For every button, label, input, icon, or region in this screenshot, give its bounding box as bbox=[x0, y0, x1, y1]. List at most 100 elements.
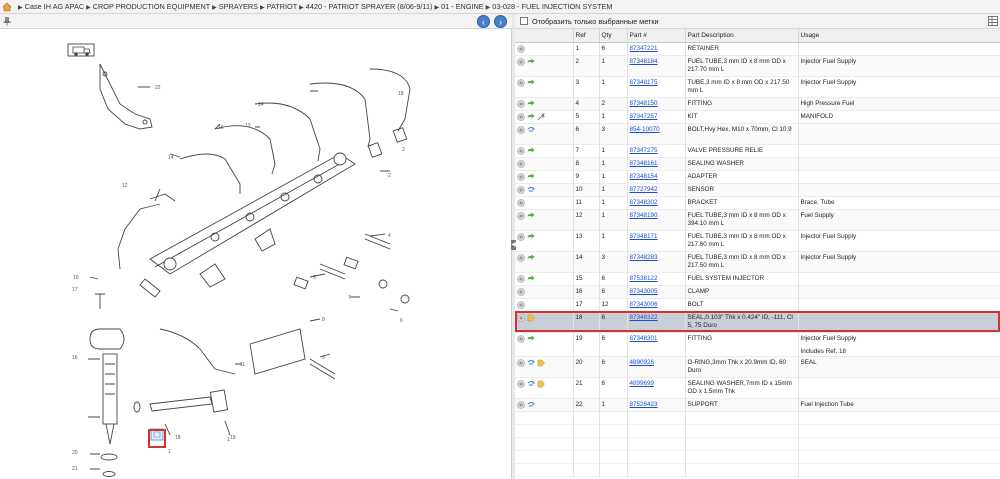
replacement-arrow-icon[interactable] bbox=[527, 79, 535, 87]
callout-label[interactable]: 9 bbox=[322, 355, 325, 361]
part-number-link[interactable]: 87727942 bbox=[630, 186, 658, 193]
table-row[interactable]: 20 6 4890926 O-RING,3mm Thk x 20.9mm ID, 60… bbox=[515, 356, 1000, 377]
part-number-link[interactable]: 87348283 bbox=[630, 254, 658, 261]
callout-label[interactable]: 18 bbox=[175, 435, 181, 441]
part-number-link[interactable]: 87348175 bbox=[630, 79, 658, 86]
parts-diagram[interactable]: 221514141312234567891011161718 1920211118 bbox=[0, 29, 512, 479]
table-row-selected[interactable]: 18 6 87348322 SEAL,0.103" Thk x 0.424" ID, … bbox=[515, 311, 1000, 332]
column-header-usage[interactable]: Usage bbox=[798, 29, 1000, 43]
add-to-cart-icon[interactable] bbox=[517, 57, 525, 66]
part-number-link[interactable]: 87347257 bbox=[630, 113, 658, 120]
next-page-button[interactable]: › bbox=[494, 15, 507, 28]
show-selected-only-checkbox[interactable] bbox=[520, 17, 528, 25]
table-row[interactable]: 5 1 87347257 KIT MANIFOLD bbox=[515, 110, 1000, 123]
part-number-link[interactable]: 87348150 bbox=[630, 100, 658, 107]
add-to-cart-icon[interactable] bbox=[517, 300, 525, 309]
tag-icon[interactable] bbox=[527, 314, 535, 322]
callout-label[interactable]: 12 bbox=[122, 183, 128, 189]
add-to-cart-icon[interactable] bbox=[517, 379, 525, 388]
table-row[interactable]: 12 1 87348190 FUEL TUBE,3 mm ID x 8 mm OD x… bbox=[515, 209, 1000, 230]
table-row[interactable]: 16 6 87343005 CLAMP bbox=[515, 285, 1000, 298]
callout-label[interactable]: 5 bbox=[313, 275, 316, 281]
table-row[interactable]: 17 12 87343006 BOLT bbox=[515, 298, 1000, 311]
part-number-link[interactable]: 4890926 bbox=[630, 359, 655, 366]
replacement-arrow-icon[interactable] bbox=[527, 233, 535, 241]
part-number-link[interactable]: 87348302 bbox=[630, 199, 658, 206]
swap-icon[interactable] bbox=[527, 359, 535, 367]
breadcrumb-item[interactable]: ▶ 03-028 - FUEL INJECTION SYSTEM bbox=[484, 2, 613, 11]
breadcrumb-item[interactable]: ▶ SPRAYERS bbox=[210, 2, 258, 11]
callout-label[interactable]: 10 bbox=[73, 275, 79, 281]
callout-label[interactable]: 8 bbox=[322, 317, 325, 323]
add-to-cart-icon[interactable] bbox=[517, 172, 525, 181]
swap-icon[interactable] bbox=[527, 380, 535, 388]
column-header-description[interactable]: Part Description bbox=[685, 29, 799, 43]
add-to-cart-icon[interactable] bbox=[517, 125, 525, 134]
table-row[interactable]: 8 1 87348161 SEALING WASHER bbox=[515, 157, 1000, 170]
add-to-cart-icon[interactable] bbox=[517, 78, 525, 87]
wrench-icon[interactable] bbox=[537, 113, 545, 121]
add-to-cart-icon[interactable] bbox=[517, 274, 525, 283]
part-number-link[interactable]: 87347275 bbox=[630, 147, 658, 154]
part-number-link[interactable]: 87348154 bbox=[630, 173, 658, 180]
callout-label[interactable]: 13 bbox=[245, 123, 251, 129]
callout-label[interactable]: 7 bbox=[348, 295, 351, 301]
replacement-arrow-icon[interactable] bbox=[527, 58, 535, 66]
add-to-cart-icon[interactable] bbox=[517, 232, 525, 241]
swap-icon[interactable] bbox=[527, 401, 535, 409]
add-to-cart-icon[interactable] bbox=[517, 185, 525, 194]
table-row[interactable]: 7 1 87347275 VALVE PRESSURE RELIE bbox=[515, 144, 1000, 157]
column-header-ref[interactable]: Ref bbox=[573, 29, 600, 43]
table-row[interactable]: 14 3 87348283 FUEL TUBE,3 mm ID x 8 mm OD x… bbox=[515, 251, 1000, 272]
part-number-link[interactable]: 87348171 bbox=[630, 233, 658, 240]
replacement-arrow-icon[interactable] bbox=[527, 147, 535, 155]
part-number-link[interactable]: 87538122 bbox=[630, 275, 658, 282]
callout-label[interactable]: 19 bbox=[230, 435, 236, 441]
callout-label[interactable]: 20 bbox=[72, 450, 78, 456]
table-row[interactable]: 13 1 87348171 FUEL TUBE,3 mm ID x 8 mm OD x… bbox=[515, 230, 1000, 251]
add-to-cart-icon[interactable] bbox=[517, 211, 525, 220]
part-number-link[interactable]: 87343005 bbox=[630, 288, 658, 295]
breadcrumb-item[interactable]: ▶ CROP PRODUCTION EQUIPMENT bbox=[84, 2, 210, 11]
breadcrumb-item[interactable]: ▶ 01 - ENGINE bbox=[432, 2, 483, 11]
table-row[interactable]: 2 1 87348184 FUEL TUBE,3 mm ID x 8 mm OD x … bbox=[515, 55, 1000, 76]
tag-icon[interactable] bbox=[537, 380, 545, 388]
table-row[interactable]: 9 1 87348154 ADAPTER bbox=[515, 170, 1000, 183]
replacement-arrow-icon[interactable] bbox=[527, 113, 535, 121]
add-to-cart-icon[interactable] bbox=[517, 112, 525, 121]
replacement-arrow-icon[interactable] bbox=[527, 173, 535, 181]
add-to-cart-icon[interactable] bbox=[517, 400, 525, 409]
table-row[interactable]: 4 2 87348150 FITTING High Pressure Fuel bbox=[515, 97, 1000, 110]
table-row[interactable]: 19 6 87348301 FITTING Injector Fuel Supply In… bbox=[515, 332, 1000, 356]
callout-label[interactable]: 16 bbox=[72, 355, 78, 361]
table-row[interactable]: 6 3 854-10070 BOLT,Hvy Hex, M10 x 70mm, Cl … bbox=[515, 123, 1000, 144]
replacement-arrow-icon[interactable] bbox=[527, 335, 535, 343]
callout-label[interactable]: 17 bbox=[72, 287, 78, 293]
table-row[interactable]: 3 1 87348175 TUBE,3 mm ID x 8 mm OD x 217.5… bbox=[515, 76, 1000, 97]
replacement-arrow-icon[interactable] bbox=[527, 100, 535, 108]
add-to-cart-icon[interactable] bbox=[517, 44, 525, 53]
grid-settings-icon[interactable] bbox=[988, 16, 998, 26]
callout-label[interactable]: 1 bbox=[227, 437, 230, 443]
table-row[interactable]: 22 1 87526423 SUPPORT Fuel Injection Tube bbox=[515, 398, 1000, 411]
callout-label[interactable]: 2 bbox=[388, 173, 391, 179]
breadcrumb-item[interactable]: ▶ Case IH AG APAC bbox=[16, 2, 84, 11]
table-row[interactable]: 15 6 87538122 FUEL SYSTEM INJECTOR bbox=[515, 272, 1000, 285]
swap-icon[interactable] bbox=[527, 126, 535, 134]
column-header-qty[interactable]: Qty bbox=[599, 29, 628, 43]
add-to-cart-icon[interactable] bbox=[517, 313, 525, 322]
table-row[interactable]: 11 1 87348302 BRACKET Brace, Tube bbox=[515, 196, 1000, 209]
part-number-link[interactable]: 87348322 bbox=[630, 314, 658, 321]
callout-label[interactable]: 6 bbox=[400, 318, 403, 324]
replacement-arrow-icon[interactable] bbox=[527, 254, 535, 262]
callout-label[interactable]: 4 bbox=[388, 233, 391, 239]
previous-page-button[interactable]: ‹ bbox=[477, 15, 490, 28]
callout-label[interactable]: 3 bbox=[402, 147, 405, 153]
callout-label[interactable]: 14 bbox=[258, 102, 264, 108]
part-number-link[interactable]: 87348190 bbox=[630, 212, 658, 219]
table-row[interactable]: 10 1 87727942 SENSOR bbox=[515, 183, 1000, 196]
swap-icon[interactable] bbox=[527, 186, 535, 194]
callout-label[interactable]: 18 bbox=[398, 91, 404, 97]
add-to-cart-icon[interactable] bbox=[517, 253, 525, 262]
callout-label[interactable]: 22 bbox=[155, 85, 161, 91]
